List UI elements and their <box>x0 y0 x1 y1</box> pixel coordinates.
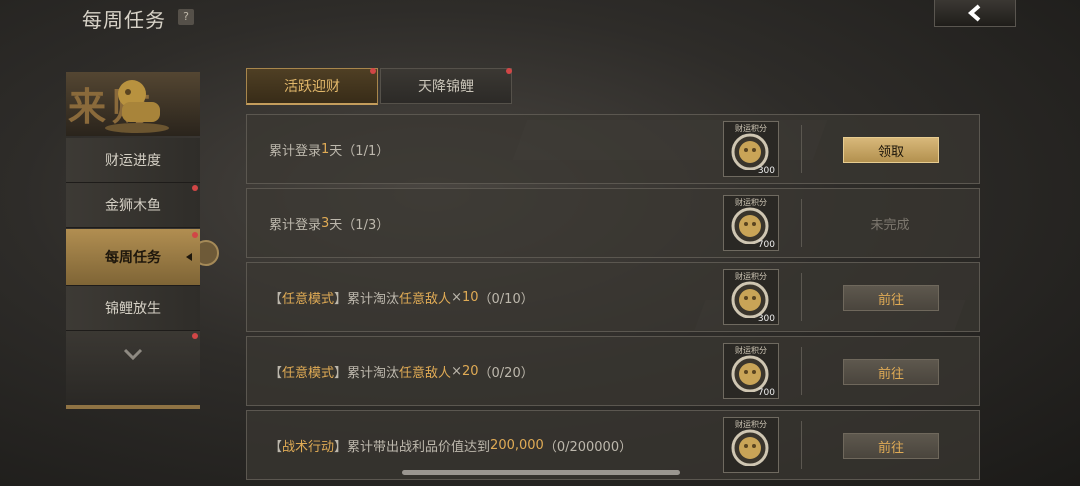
reward-amount: 700 <box>757 240 775 250</box>
task-text: × <box>451 363 462 379</box>
task-description: 【战术行动 】累计带出战利品价值达到 200,000 （0/200000） <box>269 411 632 479</box>
chevron-down-icon <box>123 348 143 361</box>
task-row: 累计登录 1 天（1/1） 财运积分 300 领取 <box>246 114 980 184</box>
sidebar-item-label: 每周任务 <box>105 250 161 266</box>
task-highlight-text: 1 <box>321 141 330 157</box>
tab-label: 天降锦鲤 <box>418 79 474 95</box>
status-incomplete: 未完成 <box>870 217 910 233</box>
reward-label: 财运积分 <box>735 420 767 429</box>
goto-button[interactable]: 前往 <box>843 285 939 311</box>
task-text: 天（1/1） <box>329 143 390 159</box>
tab-koi-drop[interactable]: 天降锦鲤 <box>380 68 512 104</box>
task-text: （0/10） <box>478 291 534 307</box>
task-highlight-text: 任意模式 <box>282 291 335 307</box>
reward-amount: 700 <box>757 388 775 398</box>
task-text: 累计登录 <box>269 217 322 233</box>
sidebar-item-golden-lion[interactable]: 金狮木鱼 <box>66 183 200 228</box>
notification-dot <box>192 232 198 238</box>
task-text: 【 <box>269 439 283 455</box>
goto-button[interactable]: 前往 <box>843 359 939 385</box>
task-description: 累计登录 1 天（1/1） <box>269 115 389 183</box>
scrollbar[interactable] <box>402 470 680 475</box>
task-text: （0/200000） <box>543 439 633 455</box>
sidebar-item-label: 金狮木鱼 <box>105 198 161 214</box>
reward-item[interactable]: 财运积分 700 <box>723 343 779 399</box>
sidebar-item-weekly-tasks[interactable]: 每周任务 <box>66 229 200 286</box>
reward-label: 财运积分 <box>735 346 767 355</box>
tab-label: 活跃迎财 <box>284 79 340 95</box>
divider <box>801 273 802 321</box>
back-button[interactable] <box>934 0 1016 27</box>
claim-button[interactable]: 领取 <box>843 137 939 163</box>
reward-item[interactable]: 财运积分 700 <box>723 195 779 251</box>
sidebar-item-label: 财运进度 <box>105 153 161 169</box>
sidebar-item-fortune-progress[interactable]: 财运进度 <box>66 138 200 183</box>
task-text: 天（1/3） <box>329 217 390 233</box>
task-highlight-text: 任意敌人 <box>399 291 452 307</box>
task-text: 】累计带出战利品价值达到 <box>334 439 491 455</box>
notification-dot <box>192 333 198 339</box>
task-description: 累计登录 3 天（1/3） <box>269 189 389 257</box>
reward-label: 财运积分 <box>735 124 767 133</box>
task-row: 【任意模式 】累计淘汰 任意敌人 × 10 （0/10） 财运积分 300 前往 <box>246 262 980 332</box>
notification-dot <box>370 68 376 74</box>
task-text: 】累计淘汰 <box>334 291 400 307</box>
sidebar-item-koi-release[interactable]: 锦鲤放生 <box>66 286 200 331</box>
task-text: 】累计淘汰 <box>334 365 400 381</box>
task-text: 累计登录 <box>269 143 322 159</box>
task-text: 【 <box>269 291 283 307</box>
task-description: 【任意模式 】累计淘汰 任意敌人 × 10 （0/10） <box>269 263 534 331</box>
task-highlight-text: 战术行动 <box>282 439 335 455</box>
lion-statue-icon <box>105 80 169 133</box>
reward-item[interactable]: 财运积分 <box>723 417 779 473</box>
task-row: 【任意模式 】累计淘汰 任意敌人 × 20 （0/20） 财运积分 700 前往 <box>246 336 980 406</box>
task-text: × <box>451 289 462 305</box>
help-button[interactable]: ? <box>178 9 194 25</box>
tab-active-fortune[interactable]: 活跃迎财 <box>246 68 378 105</box>
task-highlight-text: 20 <box>461 363 479 379</box>
reward-item[interactable]: 财运积分 300 <box>723 269 779 325</box>
coin-lion-icon <box>730 426 770 470</box>
task-highlight-text: 3 <box>321 215 330 231</box>
task-highlight-text: 10 <box>461 289 479 305</box>
sidebar-more-button[interactable] <box>66 331 200 409</box>
task-highlight-text: 200,000 <box>490 437 544 453</box>
chevron-left-icon <box>967 4 981 22</box>
coin-emblem-icon <box>200 240 219 266</box>
divider <box>801 347 802 395</box>
reward-item[interactable]: 财运积分 300 <box>723 121 779 177</box>
active-indicator-icon <box>186 253 192 261</box>
task-row: 累计登录 3 天（1/3） 财运积分 700 未完成 <box>246 188 980 258</box>
notification-dot <box>192 185 198 191</box>
notification-dot <box>506 68 512 74</box>
divider <box>801 125 802 173</box>
task-description: 【任意模式 】累计淘汰 任意敌人 × 20 （0/20） <box>269 337 534 405</box>
sidebar-banner: 来财 <box>66 72 200 136</box>
task-text: （0/20） <box>478 365 534 381</box>
task-highlight-text: 任意敌人 <box>399 365 452 381</box>
sidebar-item-label: 锦鲤放生 <box>105 301 161 317</box>
page-title: 每周任务 <box>82 8 166 32</box>
reward-amount: 300 <box>757 314 775 324</box>
divider <box>801 421 802 469</box>
reward-label: 财运积分 <box>735 198 767 207</box>
task-text: 【 <box>269 365 283 381</box>
goto-button[interactable]: 前往 <box>843 433 939 459</box>
reward-amount: 300 <box>757 166 775 176</box>
divider <box>801 199 802 247</box>
task-highlight-text: 任意模式 <box>282 365 335 381</box>
reward-label: 财运积分 <box>735 272 767 281</box>
